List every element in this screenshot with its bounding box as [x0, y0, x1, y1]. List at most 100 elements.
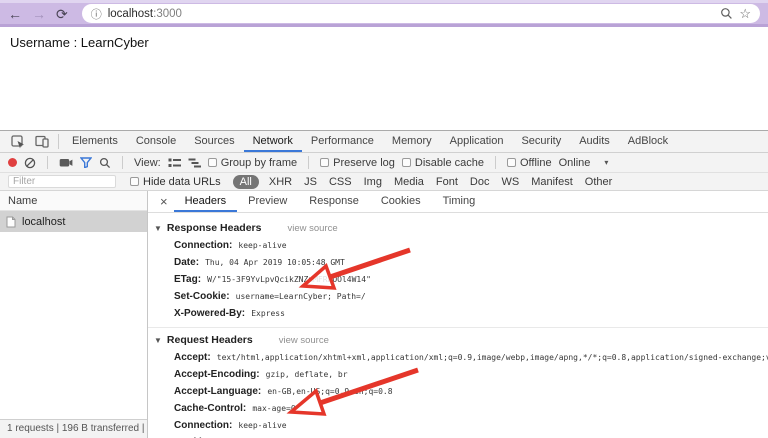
request-type-filter[interactable]: Font	[436, 176, 458, 188]
section-header[interactable]: ▼ Response Headers view source	[148, 216, 768, 237]
url-bar[interactable]: ⓘ localhost:3000 ☆	[81, 4, 760, 23]
divider	[308, 156, 310, 169]
divider	[58, 134, 59, 149]
request-type-filter[interactable]: WS	[501, 176, 519, 188]
request-header-lines: Accept text/html,application/xhtml+xml,a…	[148, 349, 768, 438]
request-row[interactable]: localhost	[0, 211, 147, 232]
section-header[interactable]: ▼ Request Headers view source	[148, 328, 768, 349]
search-icon[interactable]	[99, 157, 111, 169]
devtools-tab[interactable]: Performance	[302, 131, 383, 152]
header-line: Cache-Control max-age=0	[148, 400, 768, 417]
view-list-icon[interactable]	[168, 158, 181, 168]
record-icon[interactable]	[8, 158, 17, 167]
request-type-filter[interactable]: Doc	[470, 176, 490, 188]
offline-label: Offline	[519, 156, 552, 169]
header-name: Accept-Language	[174, 386, 261, 397]
forward-icon[interactable]: →	[32, 7, 46, 21]
request-type-filter[interactable]: Img	[364, 176, 382, 188]
devtools-tab[interactable]: Audits	[570, 131, 619, 152]
throttling-select[interactable]: Online ▾	[559, 157, 609, 169]
network-summary-bar: 1 requests | 196 B transferred | 2…	[0, 419, 147, 438]
detail-tab[interactable]: Timing	[432, 191, 487, 212]
network-toolbar: View: Group by frame Preserve log Disabl…	[0, 153, 768, 173]
detail-tabs: Headers Preview Response Cookies Timing	[173, 191, 487, 212]
devtools-tab[interactable]: AdBlock	[619, 131, 677, 152]
disclosure-triangle-icon: ▼	[154, 224, 162, 233]
url-text: localhost:3000	[107, 7, 182, 20]
filter-input[interactable]	[8, 175, 116, 188]
header-line: Date Thu, 04 Apr 2019 10:05:48 GMT	[148, 254, 768, 271]
devtools-tab[interactable]: Network	[243, 131, 302, 152]
reload-icon[interactable]: ⟳	[56, 7, 68, 21]
devtools-tabbar: Elements Console Sources Network Performance…	[0, 131, 768, 153]
request-type-filter[interactable]: CSS	[329, 176, 352, 188]
header-value: keep-alive	[238, 421, 287, 430]
request-type-filter[interactable]: All	[232, 174, 259, 189]
document-icon	[6, 216, 16, 227]
devtools-tab[interactable]: Sources	[185, 131, 243, 152]
devtools-panel: Elements Console Sources Network Performance…	[0, 130, 768, 438]
header-name: Date	[174, 257, 199, 268]
header-line: Cookie username=LearnCyber	[148, 434, 768, 438]
zoom-icon[interactable]	[720, 7, 733, 20]
chevron-down-icon: ▾	[604, 158, 609, 167]
devtools-tab[interactable]: Application	[441, 131, 513, 152]
devtools-tab[interactable]: Console	[127, 131, 185, 152]
request-type-filter[interactable]: Other	[585, 176, 613, 188]
detail-tab[interactable]: Headers	[173, 191, 238, 212]
header-line: Set-Cookie username=LearnCyber; Path=/	[148, 288, 768, 305]
devtools-tab[interactable]: Elements	[63, 131, 127, 152]
close-icon[interactable]: ×	[154, 195, 174, 208]
request-type-filter[interactable]: Manifest	[531, 176, 573, 188]
filter-funnel-icon[interactable]	[80, 157, 92, 168]
devtools-tab[interactable]: Memory	[383, 131, 441, 152]
header-value: text/html,application/xhtml+xml,applicat…	[216, 353, 768, 362]
hide-data-urls-checkbox[interactable]: Hide data URLs	[130, 176, 221, 188]
header-name: Accept-Encoding	[174, 369, 260, 380]
bookmark-star-icon[interactable]: ☆	[739, 7, 751, 20]
disable-cache-label: Disable cache	[414, 156, 484, 169]
name-column-header[interactable]: Name	[0, 191, 147, 211]
screenshot-camera-icon[interactable]	[59, 157, 73, 168]
browser-toolbar: ← → ⟳ ⓘ localhost:3000 ☆	[0, 0, 768, 27]
device-toolbar-icon[interactable]	[35, 135, 49, 148]
header-line: Accept text/html,application/xhtml+xml,a…	[148, 349, 768, 366]
header-name: Cache-Control	[174, 403, 246, 414]
page-text: Username : LearnCyber	[10, 35, 149, 50]
offline-checkbox[interactable]: Offline	[506, 156, 552, 169]
preserve-log-label: Preserve log	[333, 156, 395, 169]
response-headers-section: ▼ Response Headers view source Connectio…	[148, 216, 768, 322]
header-value: Express	[251, 309, 285, 318]
header-name: Connection	[174, 420, 232, 431]
group-by-frame-label: Group by frame	[220, 156, 298, 169]
request-type-filter[interactable]: JS	[304, 176, 317, 188]
disclosure-triangle-icon: ▼	[154, 336, 162, 345]
request-type-filter[interactable]: Media	[394, 176, 424, 188]
divider	[47, 156, 48, 169]
back-icon[interactable]: ←	[8, 7, 22, 21]
group-by-frame-checkbox[interactable]: Group by frame	[207, 156, 298, 169]
header-value: gzip, deflate, br	[265, 370, 348, 379]
devtools-tab[interactable]: Security	[512, 131, 570, 152]
request-name: localhost	[22, 215, 66, 228]
detail-tab[interactable]: Preview	[237, 191, 298, 212]
preserve-log-checkbox[interactable]: Preserve log	[320, 157, 395, 169]
view-waterfall-icon[interactable]	[188, 158, 201, 168]
view-source-link[interactable]: view source	[279, 335, 329, 346]
header-value: W/"15-3F9YvLpvQcikZNZnMFRFOOl4W14"	[207, 275, 371, 284]
request-rows: localhost	[0, 211, 147, 232]
divider	[494, 156, 496, 169]
view-source-link[interactable]: view source	[287, 223, 337, 234]
view-label: View:	[134, 156, 161, 169]
disable-cache-checkbox[interactable]: Disable cache	[401, 156, 484, 169]
header-line: Connection keep-alive	[148, 237, 768, 254]
detail-tab[interactable]: Cookies	[370, 191, 432, 212]
header-name: X-Powered-By	[174, 308, 245, 319]
inspect-element-icon[interactable]	[11, 134, 25, 149]
detail-tab[interactable]: Response	[298, 191, 370, 212]
request-type-filter[interactable]: XHR	[269, 176, 292, 188]
request-type-filters: All XHR JS CSS Img Media Font Doc WS Manifest Othe…	[232, 174, 613, 189]
clear-icon[interactable]	[24, 157, 36, 169]
checkbox-icon	[207, 158, 217, 167]
page-info-icon[interactable]: ⓘ	[91, 6, 102, 22]
